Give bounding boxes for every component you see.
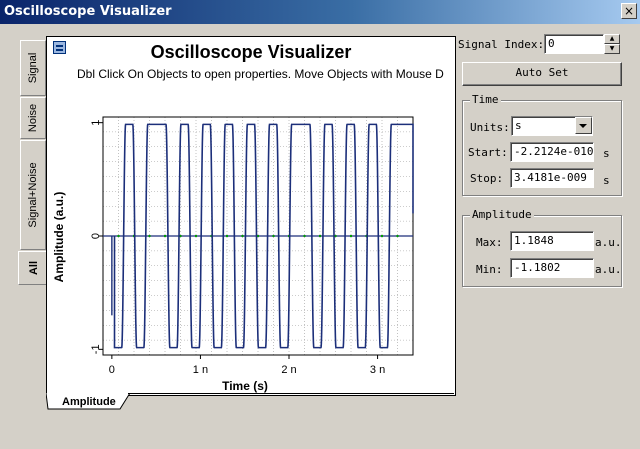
start-label: Start: [468, 146, 508, 159]
tab-signal-label: Signal [27, 52, 39, 84]
y-tick-label: 1 [90, 120, 102, 126]
units-label: Units: [470, 121, 510, 134]
baseline-marker [381, 235, 383, 237]
tab-amplitude[interactable]: Amplitude [48, 393, 128, 411]
baseline-marker [195, 235, 197, 237]
baseline-marker [319, 235, 321, 237]
stop-unit: s [603, 174, 610, 187]
baseline-marker [164, 235, 166, 237]
tab-signal-noise[interactable]: Signal+Noise [20, 140, 46, 250]
x-tick-label: 1 n [193, 364, 208, 376]
baseline-marker [303, 235, 306, 237]
tab-noise-label: Noise [27, 103, 39, 133]
close-button[interactable]: × [621, 3, 637, 19]
y-tick-label: -1 [90, 344, 102, 354]
tab-all[interactable]: All [18, 251, 48, 285]
spin-up-button[interactable]: ▲ [604, 34, 620, 44]
x-tick-label: 3 n [370, 364, 385, 376]
min-input[interactable]: -1.1802 [510, 258, 594, 278]
baseline-marker [241, 235, 244, 237]
start-unit: s [603, 147, 610, 160]
baseline-marker [117, 235, 120, 237]
auto-set-button[interactable]: Auto Set [462, 62, 622, 86]
spin-down-button[interactable]: ▼ [604, 44, 620, 54]
y-tick-label: 0 [90, 233, 102, 239]
tab-signal-noise-label: Signal+Noise [27, 162, 39, 228]
bottom-tab-divider [128, 393, 454, 394]
stop-input[interactable]: 3.4181e-009 [510, 168, 594, 188]
tab-amplitude-label: Amplitude [62, 396, 116, 408]
baseline-marker [350, 235, 352, 237]
signal-index-input[interactable]: 0 [544, 34, 604, 54]
plot-panel: Oscilloscope Visualizer Dbl Click On Obj… [46, 36, 456, 396]
baseline-marker [148, 235, 151, 237]
title-bar: Oscilloscope Visualizer × [0, 0, 640, 24]
tab-noise[interactable]: Noise [20, 97, 46, 139]
tab-signal[interactable]: Signal [20, 40, 46, 96]
x-tick-label: 0 [109, 364, 115, 376]
min-label: Min: [476, 263, 503, 276]
tab-all-label: All [27, 260, 40, 276]
window-title: Oscilloscope Visualizer [4, 4, 172, 19]
max-unit: a.u. [595, 236, 622, 249]
max-label: Max: [476, 236, 503, 249]
stop-label: Stop: [470, 172, 504, 185]
x-tick-label: 2 n [281, 364, 296, 376]
baseline-marker [396, 235, 399, 237]
baseline-marker [226, 235, 228, 237]
y-axis-label: Amplitude (a.u.) [52, 192, 66, 283]
time-group-title: Time [470, 93, 501, 106]
signal-index-label: Signal Index: [458, 38, 545, 51]
side-tab-strip: Signal Noise Signal+Noise All [18, 40, 48, 285]
units-dropdown-arrow-icon[interactable] [575, 117, 592, 134]
amplitude-group-title: Amplitude [470, 208, 534, 221]
baseline-marker [272, 235, 275, 237]
start-input[interactable]: -2.2124e-010 [510, 142, 594, 162]
oscilloscope-chart[interactable]: Amplitude (a.u.) Time (s) 0 1 n 2 n 3 n 1 0 -1 [47, 37, 455, 395]
max-input[interactable]: 1.1848 [510, 231, 594, 251]
min-unit: a.u. [595, 263, 622, 276]
x-axis-label: Time (s) [222, 379, 268, 393]
